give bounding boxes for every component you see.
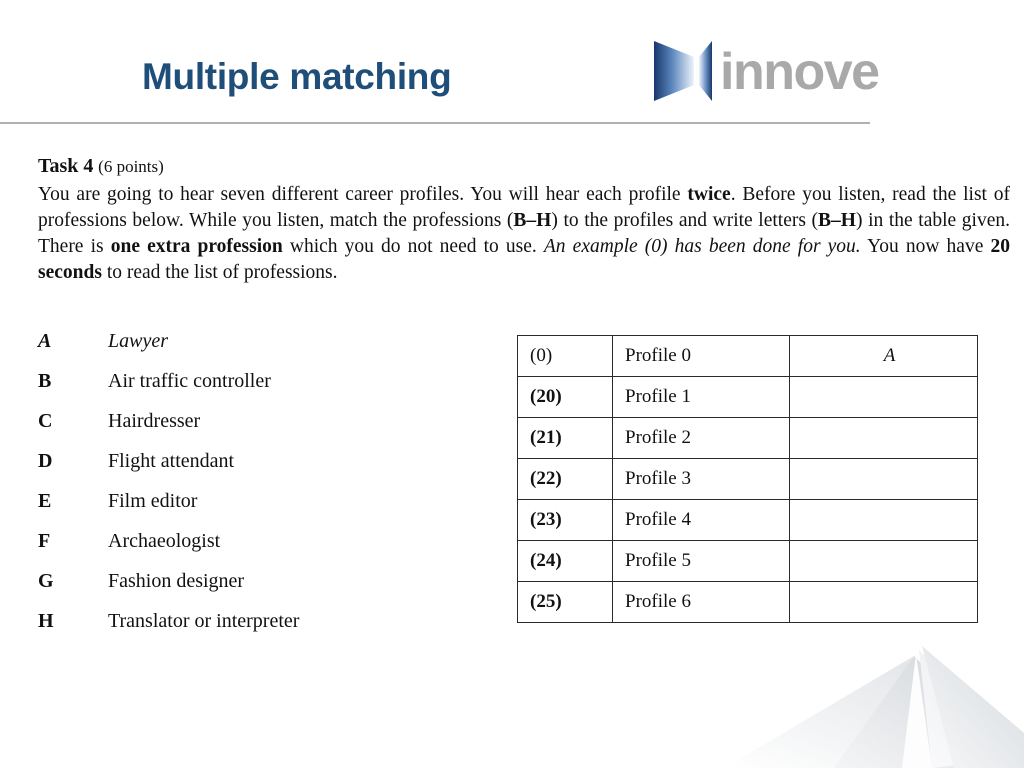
profession-name: Film editor (108, 490, 198, 512)
profession-name: Fashion designer (108, 570, 245, 592)
instruction-segment: B–H (818, 210, 856, 231)
table-row: (23) Profile 4 (517, 499, 978, 541)
profession-letter: E (38, 490, 52, 512)
question-number-cell: (25) (517, 581, 613, 623)
header-divider (0, 122, 870, 124)
profession-item-d: D Flight attendant (38, 450, 458, 490)
instruction-segment: one extra profession (110, 236, 283, 257)
instruction-segment: to read the list of professions. (101, 262, 338, 283)
answer-table: (0) Profile 0 A (20) Profile 1 (21) Profile 2(… (517, 335, 978, 623)
table-row: (20) Profile 1 (517, 376, 978, 418)
profession-letter: G (38, 570, 54, 592)
answer-table-container: (0) Profile 0 A (20) Profile 1 (21) Profile 2(… (517, 335, 978, 623)
innove-wordmark: innove (720, 43, 880, 101)
instruction-segment: You now have (860, 236, 991, 257)
instruction-segment: which you do not need to use. (282, 236, 544, 257)
innove-logo: innove (650, 36, 880, 106)
instruction-segment: An example (0) has been done for you. (543, 236, 861, 257)
question-number-cell: (23) (517, 499, 613, 541)
task-instructions: Task 4 (6 points) You are going to hear … (38, 156, 1010, 286)
profession-item-g: G Fashion designer (38, 570, 458, 610)
profession-name: Air traffic controller (108, 370, 271, 392)
profile-label-cell: Profile 2 (612, 417, 790, 459)
example-answer-cell: A (789, 335, 978, 377)
table-row: (21) Profile 2 (517, 417, 978, 459)
instruction-segment: You are going to hear seven different ca… (38, 184, 688, 205)
answer-input-cell[interactable] (789, 540, 978, 582)
page-title: Multiple matching (142, 56, 452, 97)
profile-label-cell: Profile 3 (612, 458, 790, 500)
instruction-segment: ) to the profiles and write letters ( (551, 210, 819, 231)
profession-name: Archaeologist (108, 530, 221, 552)
table-row: (22) Profile 3 (517, 458, 978, 500)
profession-name: Translator or interpreter (108, 610, 300, 632)
profession-letter: F (38, 530, 51, 552)
professions-list: A Lawyer B Air traffic controller C Hairdress… (38, 330, 458, 650)
table-row: (24) Profile 5 (517, 540, 978, 582)
profession-item-h: H Translator or interpreter (38, 610, 458, 650)
profile-label-cell: Profile 6 (612, 581, 790, 623)
task-label: Task 4 (38, 155, 94, 177)
question-number-cell: (21) (517, 417, 613, 459)
answer-input-cell[interactable] (789, 458, 978, 500)
corner-fan-decoration (724, 646, 1024, 768)
profile-label-cell: Profile 0 (612, 335, 790, 377)
profession-name: Flight attendant (108, 450, 235, 472)
task-description: You are going to hear seven different ca… (38, 182, 1010, 286)
question-number-cell: (22) (517, 458, 613, 500)
instruction-segment: B–H (513, 210, 552, 231)
instruction-segment: twice (687, 184, 731, 205)
table-row: (25) Profile 6 (517, 581, 978, 623)
profession-letter: D (38, 450, 53, 472)
innove-logo-mark (654, 41, 712, 101)
profession-letter: H (38, 610, 54, 632)
profession-letter: B (38, 370, 52, 392)
table-row: (0) Profile 0A (517, 335, 978, 377)
profession-item-b: B Air traffic controller (38, 370, 458, 410)
answer-input-cell[interactable] (789, 499, 978, 541)
profession-item-f: F Archaeologist (38, 530, 458, 570)
answer-input-cell[interactable] (789, 581, 978, 623)
profile-label-cell: Profile 4 (612, 499, 790, 541)
profession-letter: C (38, 410, 53, 432)
profession-name: Lawyer (108, 330, 168, 352)
question-number-cell: (0) (517, 335, 613, 377)
profession-item-a: A Lawyer (38, 330, 458, 370)
task-points: (6 points) (98, 157, 164, 176)
profession-letter: A (38, 330, 52, 352)
question-number-cell: (24) (517, 540, 613, 582)
answer-input-cell[interactable] (789, 376, 978, 418)
profession-name: Hairdresser (108, 410, 201, 432)
task-heading: Task 4 (6 points) (38, 156, 1010, 176)
profile-label-cell: Profile 1 (612, 376, 790, 418)
profile-label-cell: Profile 5 (612, 540, 790, 582)
question-number-cell: (20) (517, 376, 613, 418)
slide-header: Multiple matching innove (0, 0, 1024, 124)
answer-input-cell[interactable] (789, 417, 978, 459)
profession-item-c: C Hairdresser (38, 410, 458, 450)
profession-item-e: E Film editor (38, 490, 458, 530)
